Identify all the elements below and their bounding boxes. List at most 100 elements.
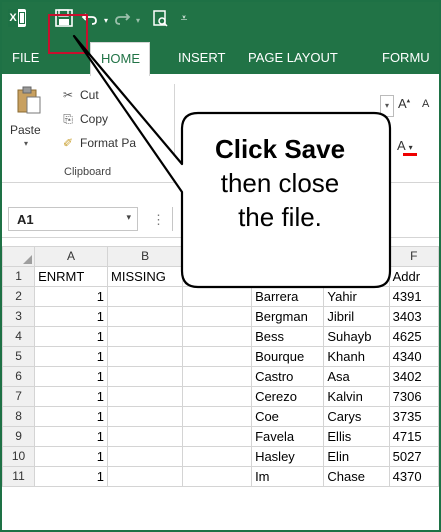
grid-cell[interactable]: Cerezo [251,386,325,407]
grid-cell[interactable]: Khanh [323,346,390,367]
select-all-corner[interactable] [2,246,36,267]
grid-cell[interactable]: 1 [34,346,109,367]
grid-cell[interactable]: Castro [251,366,325,387]
grid-cell[interactable]: 5027 [388,446,439,467]
grid-cell[interactable]: ENRMT [34,266,109,287]
grid-cell[interactable]: Addr [388,266,439,287]
grid-cell[interactable]: Jibril [323,306,390,327]
column-header[interactable]: B [107,246,184,267]
grid-cell[interactable]: Barrera [251,286,325,307]
grid-cell[interactable]: Carys [323,406,390,427]
increase-font-size-button[interactable]: A▴ [398,96,410,111]
grid-cell[interactable] [182,266,253,287]
row-header[interactable]: 9 [2,426,36,447]
grid-cell[interactable] [251,266,325,287]
print-preview-icon[interactable] [150,8,170,28]
row-header[interactable]: 5 [2,346,36,367]
grid-cell[interactable]: 1 [34,426,109,447]
grid-cell[interactable] [182,446,253,467]
grid-cell[interactable]: Kalvin [323,386,390,407]
grid-cell[interactable]: Bess [251,326,325,347]
paste-button[interactable]: Paste [10,123,41,137]
tab-page-layout[interactable]: PAGE LAYOUT [238,42,348,74]
row-header[interactable]: 11 [2,466,36,487]
grid-cell[interactable]: Suhayb [323,326,390,347]
grid-cell[interactable]: 1 [34,446,109,467]
grid-cell[interactable] [182,306,253,327]
tab-formulas[interactable]: FORMU [372,42,439,74]
grid-cell[interactable]: 3735 [388,406,439,427]
grid-cell[interactable]: 1 [34,466,109,487]
grid-cell[interactable]: 4715 [388,426,439,447]
grid-cell[interactable]: 1 [34,366,109,387]
grid-cell[interactable]: Bourque [251,346,325,367]
column-header[interactable]: A [34,246,109,267]
grid-cell[interactable] [182,386,253,407]
grid-cell[interactable]: Yahir [323,286,390,307]
save-icon[interactable] [54,8,74,28]
grid-cell[interactable]: 1 [34,306,109,327]
grid-cell[interactable]: 1 [34,406,109,427]
grid-cell[interactable] [107,426,184,447]
grid-cell[interactable]: 3403 [388,306,439,327]
tab-file[interactable]: FILE [2,42,78,74]
name-box[interactable]: A1 ▾ [8,207,138,231]
grid-cell[interactable] [107,346,184,367]
row-header[interactable]: 10 [2,446,36,467]
grid-cell[interactable]: 1 [34,386,109,407]
row-header[interactable]: 6 [2,366,36,387]
grid-cell[interactable]: 7306 [388,386,439,407]
grid-cell[interactable]: Bergman [251,306,325,327]
font-color-button[interactable]: A ▾ [397,138,413,153]
grid-cell[interactable]: Chase [323,466,390,487]
tab-home[interactable]: HOME [90,42,150,76]
grid-cell[interactable]: Favela [251,426,325,447]
grid-cell[interactable]: Asa [323,366,390,387]
grid-cell[interactable]: 4391 [388,286,439,307]
grid-cell[interactable] [107,306,184,327]
name-box-dropdown-icon[interactable]: ▾ [126,212,131,223]
cut-button[interactable]: ✂ Cut [60,88,99,102]
tab-insert[interactable]: INSERT [168,42,235,74]
grid-cell[interactable]: Elin [323,446,390,467]
font-size-dropdown[interactable]: ▾ [380,95,394,117]
grid-cell[interactable] [182,286,253,307]
grid-cell[interactable]: 4370 [388,466,439,487]
grid-cell[interactable] [107,406,184,427]
column-header[interactable] [251,246,325,267]
grid-cell[interactable]: 4625 [388,326,439,347]
paste-dropdown-icon[interactable]: ▾ [24,139,28,148]
grid-cell[interactable]: 3402 [388,366,439,387]
paste-icon[interactable] [16,86,42,114]
grid-cell[interactable]: Ellis [323,426,390,447]
grid-cell[interactable] [107,286,184,307]
row-header[interactable]: 3 [2,306,36,327]
grid-cell[interactable]: Coe [251,406,325,427]
grid-cell[interactable] [182,326,253,347]
grid-cell[interactable]: am [323,266,390,287]
grid-cell[interactable]: 1 [34,286,109,307]
format-painter-button[interactable]: ✐ Format Pa [60,136,136,150]
grid-cell[interactable] [182,366,253,387]
grid-cell[interactable] [107,386,184,407]
decrease-font-size-button[interactable]: A [422,98,429,110]
row-header[interactable]: 2 [2,286,36,307]
grid-cell[interactable]: Hasley [251,446,325,467]
row-header[interactable]: 8 [2,406,36,427]
grid-cell[interactable] [182,406,253,427]
row-header[interactable]: 7 [2,386,36,407]
column-header[interactable] [182,246,253,267]
redo-dropdown-icon[interactable]: ▾ [128,11,148,31]
grid-cell[interactable] [107,326,184,347]
grid-cell[interactable] [182,466,253,487]
column-header[interactable] [323,246,390,267]
grid-cell[interactable]: 4340 [388,346,439,367]
row-header[interactable]: 1 [2,266,36,287]
row-header[interactable]: 4 [2,326,36,347]
grid-cell[interactable]: 1 [34,326,109,347]
grid-cell[interactable] [107,446,184,467]
grid-cell[interactable] [107,366,184,387]
column-header[interactable]: F [388,246,439,267]
grid-cell[interactable] [182,346,253,367]
grid-cell[interactable] [182,426,253,447]
